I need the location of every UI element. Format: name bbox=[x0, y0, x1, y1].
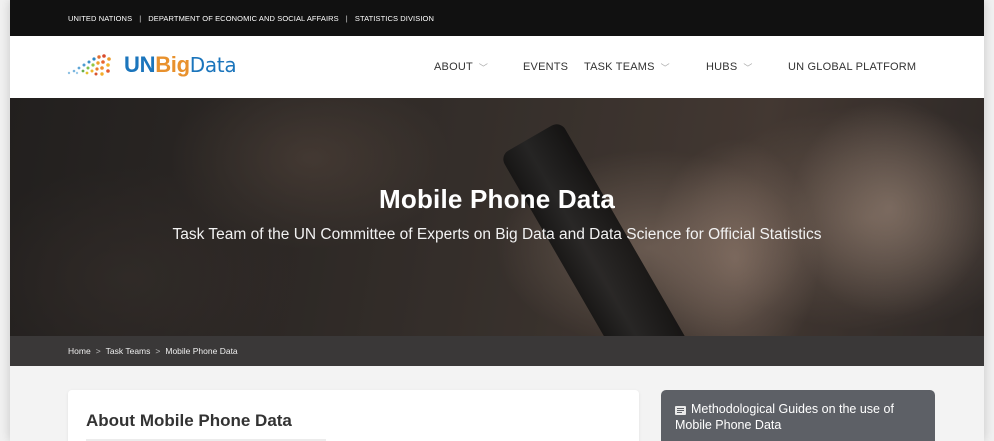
page-subtitle: Task Team of the UN Committee of Experts… bbox=[172, 226, 822, 243]
main-content: About Mobile Phone Data Methodological G… bbox=[10, 366, 984, 441]
hero-banner: Mobile Phone Data Task Team of the UN Co… bbox=[10, 98, 984, 336]
breadcrumb-current: Mobile Phone Data bbox=[165, 346, 238, 356]
topbar-statistics-link[interactable]: STATISTICS DIVISION bbox=[355, 14, 434, 23]
methodological-guides-label: Methodological Guides on the use of Mobi… bbox=[675, 402, 894, 432]
nav-about[interactable]: ABOUT ﹀ bbox=[434, 61, 488, 74]
breadcrumb-task-teams[interactable]: Task Teams bbox=[106, 346, 151, 356]
nav-about-label: ABOUT bbox=[434, 61, 473, 73]
page-title: Mobile Phone Data bbox=[379, 184, 615, 214]
nav-events[interactable]: EVENTS bbox=[523, 61, 568, 73]
nav-global-platform-label: UN GLOBAL PLATFORM bbox=[788, 61, 917, 73]
page-frame: UNITED NATIONS | DEPARTMENT OF ECONOMIC … bbox=[10, 0, 984, 441]
nav-hubs-label: HUBS bbox=[706, 61, 738, 73]
nav-task-teams[interactable]: TASK TEAMS ﹀ bbox=[584, 61, 670, 74]
breadcrumb: Home > Task Teams > Mobile Phone Data bbox=[10, 336, 984, 366]
un-top-bar: UNITED NATIONS | DEPARTMENT OF ECONOMIC … bbox=[10, 0, 984, 36]
topbar-desa-link[interactable]: DEPARTMENT OF ECONOMIC AND SOCIAL AFFAIR… bbox=[148, 14, 339, 23]
nav-task-teams-label: TASK TEAMS bbox=[584, 61, 655, 73]
chevron-down-icon: ﹀ bbox=[478, 62, 489, 73]
breadcrumb-home[interactable]: Home bbox=[68, 346, 91, 356]
main-navbar: UNBigData ABOUT ﹀ EVENTS TASK TEAMS ﹀ HU… bbox=[10, 36, 984, 98]
nav-events-label: EVENTS bbox=[523, 61, 569, 73]
topbar-separator: | bbox=[345, 13, 348, 23]
dots-logo-icon bbox=[67, 54, 111, 76]
breadcrumb-separator: > bbox=[155, 346, 161, 356]
topbar-separator: | bbox=[139, 13, 142, 23]
chevron-down-icon: ﹀ bbox=[660, 62, 670, 73]
nav-un-global-platform[interactable]: UN GLOBAL PLATFORM bbox=[788, 61, 916, 73]
chevron-down-icon: ﹀ bbox=[743, 62, 753, 73]
breadcrumb-separator: > bbox=[95, 346, 101, 356]
about-card: About Mobile Phone Data bbox=[68, 390, 639, 441]
hero-overlay bbox=[10, 98, 984, 336]
nav-hubs[interactable]: HUBS ﹀ bbox=[706, 61, 753, 74]
methodological-guides-link[interactable]: Methodological Guides on the use of Mobi… bbox=[661, 390, 935, 441]
topbar-un-link[interactable]: UNITED NATIONS bbox=[68, 14, 132, 23]
about-card-title: About Mobile Phone Data bbox=[86, 411, 292, 430]
unbigdata-logo[interactable]: UNBigData bbox=[66, 50, 237, 80]
logo-wordmark: UNBigData bbox=[124, 52, 237, 77]
